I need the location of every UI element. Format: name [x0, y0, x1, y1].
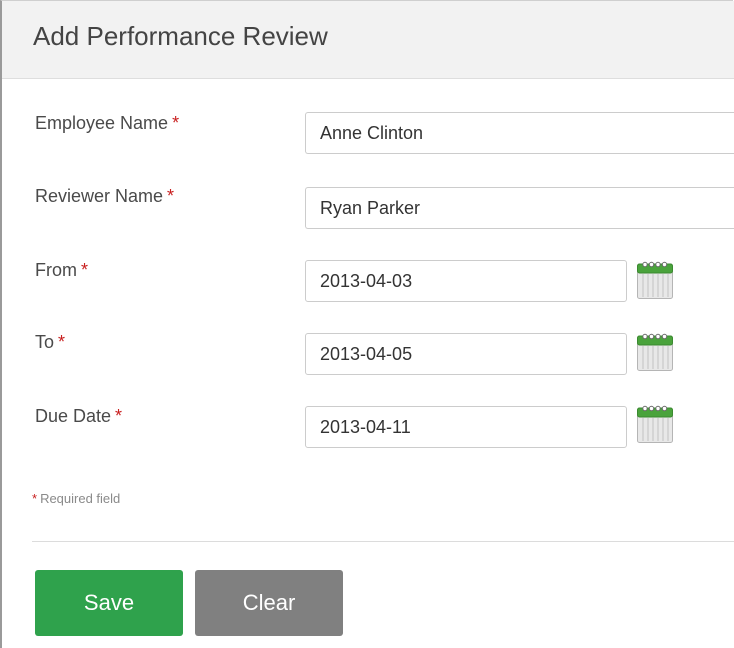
- from-label-text: From: [35, 260, 77, 280]
- required-marker: *: [81, 260, 89, 280]
- page-title: Add Performance Review: [33, 21, 328, 51]
- required-field-hint: * Required field: [32, 491, 120, 506]
- calendar-icon[interactable]: [637, 405, 673, 443]
- due-date-label: Due Date *: [35, 406, 122, 427]
- due-date-label-text: Due Date: [35, 406, 112, 426]
- required-marker: *: [115, 406, 123, 426]
- calendar-icon[interactable]: [637, 261, 673, 299]
- calendar-icon[interactable]: [637, 333, 673, 371]
- reviewer-name-input[interactable]: [305, 187, 734, 229]
- required-marker: *: [58, 332, 66, 352]
- reviewer-name-label: Reviewer Name *: [35, 186, 174, 207]
- due-date-input[interactable]: [305, 406, 627, 448]
- reviewer-name-label-text: Reviewer Name: [35, 186, 164, 206]
- required-marker: *: [32, 491, 38, 506]
- save-button[interactable]: Save: [35, 570, 183, 636]
- to-date-input[interactable]: [305, 333, 627, 375]
- employee-name-label: Employee Name *: [35, 113, 179, 134]
- required-marker: *: [167, 186, 175, 206]
- to-label: To *: [35, 332, 65, 353]
- employee-name-input[interactable]: [305, 112, 734, 154]
- from-date-input[interactable]: [305, 260, 627, 302]
- from-label: From *: [35, 260, 88, 281]
- required-field-text: Required field: [40, 491, 121, 506]
- performance-review-panel: Add Performance Review Employee Name* Re…: [0, 0, 734, 648]
- to-label-text: To: [35, 332, 55, 352]
- clear-button[interactable]: Clear: [195, 570, 343, 636]
- form-divider: [32, 541, 734, 542]
- panel-header: Add Performance Review: [2, 1, 734, 79]
- required-marker: *: [172, 113, 180, 133]
- employee-name-label-text: Employee Name: [35, 113, 169, 133]
